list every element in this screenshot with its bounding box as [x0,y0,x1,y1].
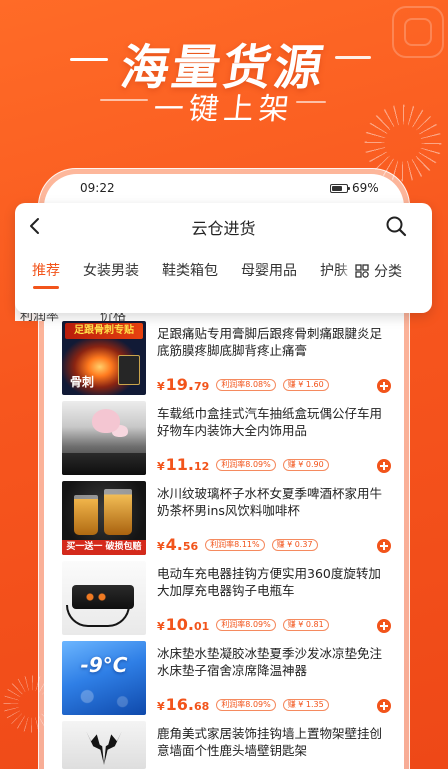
product-info: 冰床垫水垫凝胶冰垫夏季沙发冰凉垫免注水床垫子宿舍凉席降温神器 ¥16. 68 利润… [157,645,389,714]
price-decimal: 12 [194,460,210,473]
product-info: 鹿角美式家居装饰挂钩墙上置物架壁挂创意墙面个性鹿头墙壁钥匙架 [157,725,389,759]
product-title: 冰床垫水垫凝胶冰垫夏季沙发冰凉垫免注水床垫子宿舍凉席降温神器 [157,646,383,678]
add-product-button[interactable] [377,459,391,473]
price-integer: 19. [165,375,194,394]
add-product-button[interactable] [377,619,391,633]
promo-subheadline: 一键上架 [151,92,296,127]
product-title: 车载纸巾盒挂式汽车抽纸盒玩偶公仔车用好物车内装饰大全内饰用品 [157,406,383,438]
product-row[interactable]: 买一送一 破损包赔 冰川纹玻璃杯子水杯女夏季啤酒杯家用牛奶茶杯男ins风饮料咖啡… [62,481,402,561]
category-button[interactable]: 分类 [339,249,423,293]
product-row[interactable]: 车载纸巾盒挂式汽车抽纸盒玩偶公仔车用好物车内装饰大全内饰用品 ¥11. 12 利润… [62,401,402,481]
back-button[interactable] [25,216,45,236]
page-title: 云仓进货 [191,219,256,238]
product-meta: ¥11. 12 利润率8.09% 赚 ¥ 0.90 [157,455,329,474]
price-integer: 10. [165,615,194,634]
tab-womens-mens-clothing[interactable]: 女装男装 [83,249,139,293]
profit-rate-tag: 利润率8.09% [216,618,276,631]
price-decimal: 01 [194,620,210,633]
profit-rate-tag: 利润率8.11% [205,538,265,551]
add-product-button[interactable] [377,539,391,553]
product-price: ¥19. 79 [157,375,209,394]
plus-icon [377,619,391,633]
search-button[interactable] [385,215,407,237]
product-row[interactable]: -9°C 冰床垫水垫凝胶冰垫夏季沙发冰凉垫免注水床垫子宿舍凉席降温神器 ¥16.… [62,641,402,721]
profit-rate-tag: 利润率8.09% [216,698,276,711]
tab-label: 鞋类箱包 [162,263,218,279]
tab-label: 推荐 [32,263,60,279]
product-row[interactable]: 足跟骨刺专贴骨刺 足跟痛贴专用膏脚后跟疼骨刺痛跟腱炎足底筋膜疼脚底脚背疼止痛膏 … [62,321,402,401]
product-meta: ¥16. 68 利润率8.09% 赚 ¥ 1.35 [157,695,329,714]
currency-symbol: ¥ [157,620,165,633]
plus-icon [377,459,391,473]
product-image[interactable]: 买一送一 破损包赔 [62,481,146,555]
price-decimal: 68 [194,700,210,713]
product-meta: ¥10. 01 利润率8.09% 赚 ¥ 0.81 [157,615,329,634]
currency-symbol: ¥ [157,700,165,713]
chevron-left-icon [30,218,39,234]
product-image[interactable]: -9°C [62,641,146,715]
product-title: 冰川纹玻璃杯子水杯女夏季啤酒杯家用牛奶茶杯男ins风饮料咖啡杯 [157,486,383,518]
product-row[interactable]: 电动车充电器挂钩方便实用360度旋转加大加厚充电器钩子电瓶车 ¥10. 01 利润… [62,561,402,641]
plus-icon [377,379,391,393]
category-label: 分类 [374,264,402,280]
tab-shoes-bags[interactable]: 鞋类箱包 [162,249,218,293]
currency-symbol: ¥ [157,380,165,393]
profit-rate-tag: 利润率8.08% [216,378,276,391]
tab-strip: 推荐 女装男装 鞋类箱包 母婴用品 护肤 [15,249,352,293]
active-tab-indicator [33,286,59,289]
tab-mother-baby[interactable]: 母婴用品 [241,249,297,293]
product-meta: ¥19. 79 利润率8.08% 赚 ¥ 1.60 [157,375,329,394]
tab-label: 女装男装 [83,263,139,279]
product-price: ¥4. 56 [157,535,198,554]
product-info: 足跟痛贴专用膏脚后跟疼骨刺痛跟腱炎足底筋膜疼脚底脚背疼止痛膏 ¥19. 79 利润… [157,325,389,394]
search-icon [386,216,407,237]
product-image[interactable] [62,561,146,635]
product-title: 电动车充电器挂钩方便实用360度旋转加大加厚充电器钩子电瓶车 [157,566,381,598]
product-price: ¥16. 68 [157,695,209,714]
price-integer: 4. [165,535,183,554]
product-image[interactable] [62,401,146,475]
product-image-label: 足跟骨刺专贴 [65,323,143,339]
product-image[interactable]: 足跟骨刺专贴骨刺 [62,321,146,395]
product-info: 车载纸巾盒挂式汽车抽纸盒玩偶公仔车用好物车内装饰大全内饰用品 ¥11. 12 利润… [157,405,389,474]
product-info: 电动车充电器挂钩方便实用360度旋转加大加厚充电器钩子电瓶车 ¥10. 01 利润… [157,565,389,634]
grid-icon [355,264,369,278]
tab-label: 母婴用品 [241,263,297,279]
add-product-button[interactable] [377,379,391,393]
price-integer: 11. [165,455,194,474]
product-info: 冰川纹玻璃杯子水杯女夏季啤酒杯家用牛奶茶杯男ins风饮料咖啡杯 ¥4. 56 利润… [157,485,389,554]
plus-icon [377,699,391,713]
product-image-label: 骨刺 [70,375,95,389]
currency-symbol: ¥ [157,540,165,553]
product-price: ¥11. 12 [157,455,209,474]
product-image[interactable] [62,721,146,769]
earn-tag: 赚 ¥ 0.81 [282,618,329,631]
profit-rate-tag: 利润率8.09% [216,458,276,471]
product-meta: ¥4. 56 利润率8.11% 赚 ¥ 0.37 [157,535,318,554]
product-title: 鹿角美式家居装饰挂钩墙上置物架壁挂创意墙面个性鹿头墙壁钥匙架 [157,726,383,758]
product-image-label: -9°C [80,653,128,677]
product-title: 足跟痛贴专用膏脚后跟疼骨刺痛跟腱炎足底筋膜疼脚底脚背疼止痛膏 [157,326,383,358]
product-image-label: 买一送一 破损包赔 [62,540,146,555]
app-header: 云仓进货 推荐 女装男装 鞋类箱包 母婴用品 护肤 分类 [15,203,432,313]
price-integer: 16. [165,695,194,714]
plus-icon [377,539,391,553]
tab-recommended[interactable]: 推荐 [32,249,60,293]
add-product-button[interactable] [377,699,391,713]
price-decimal: 56 [182,540,199,553]
earn-tag: 赚 ¥ 1.60 [282,378,329,391]
earn-tag: 赚 ¥ 0.90 [282,458,329,471]
earn-tag: 赚 ¥ 1.35 [282,698,329,711]
currency-symbol: ¥ [157,460,165,473]
product-price: ¥10. 01 [157,615,209,634]
price-decimal: 79 [194,380,210,393]
product-row[interactable]: 鹿角美式家居装饰挂钩墙上置物架壁挂创意墙面个性鹿头墙壁钥匙架 [62,721,402,769]
earn-tag: 赚 ¥ 0.37 [271,538,318,551]
